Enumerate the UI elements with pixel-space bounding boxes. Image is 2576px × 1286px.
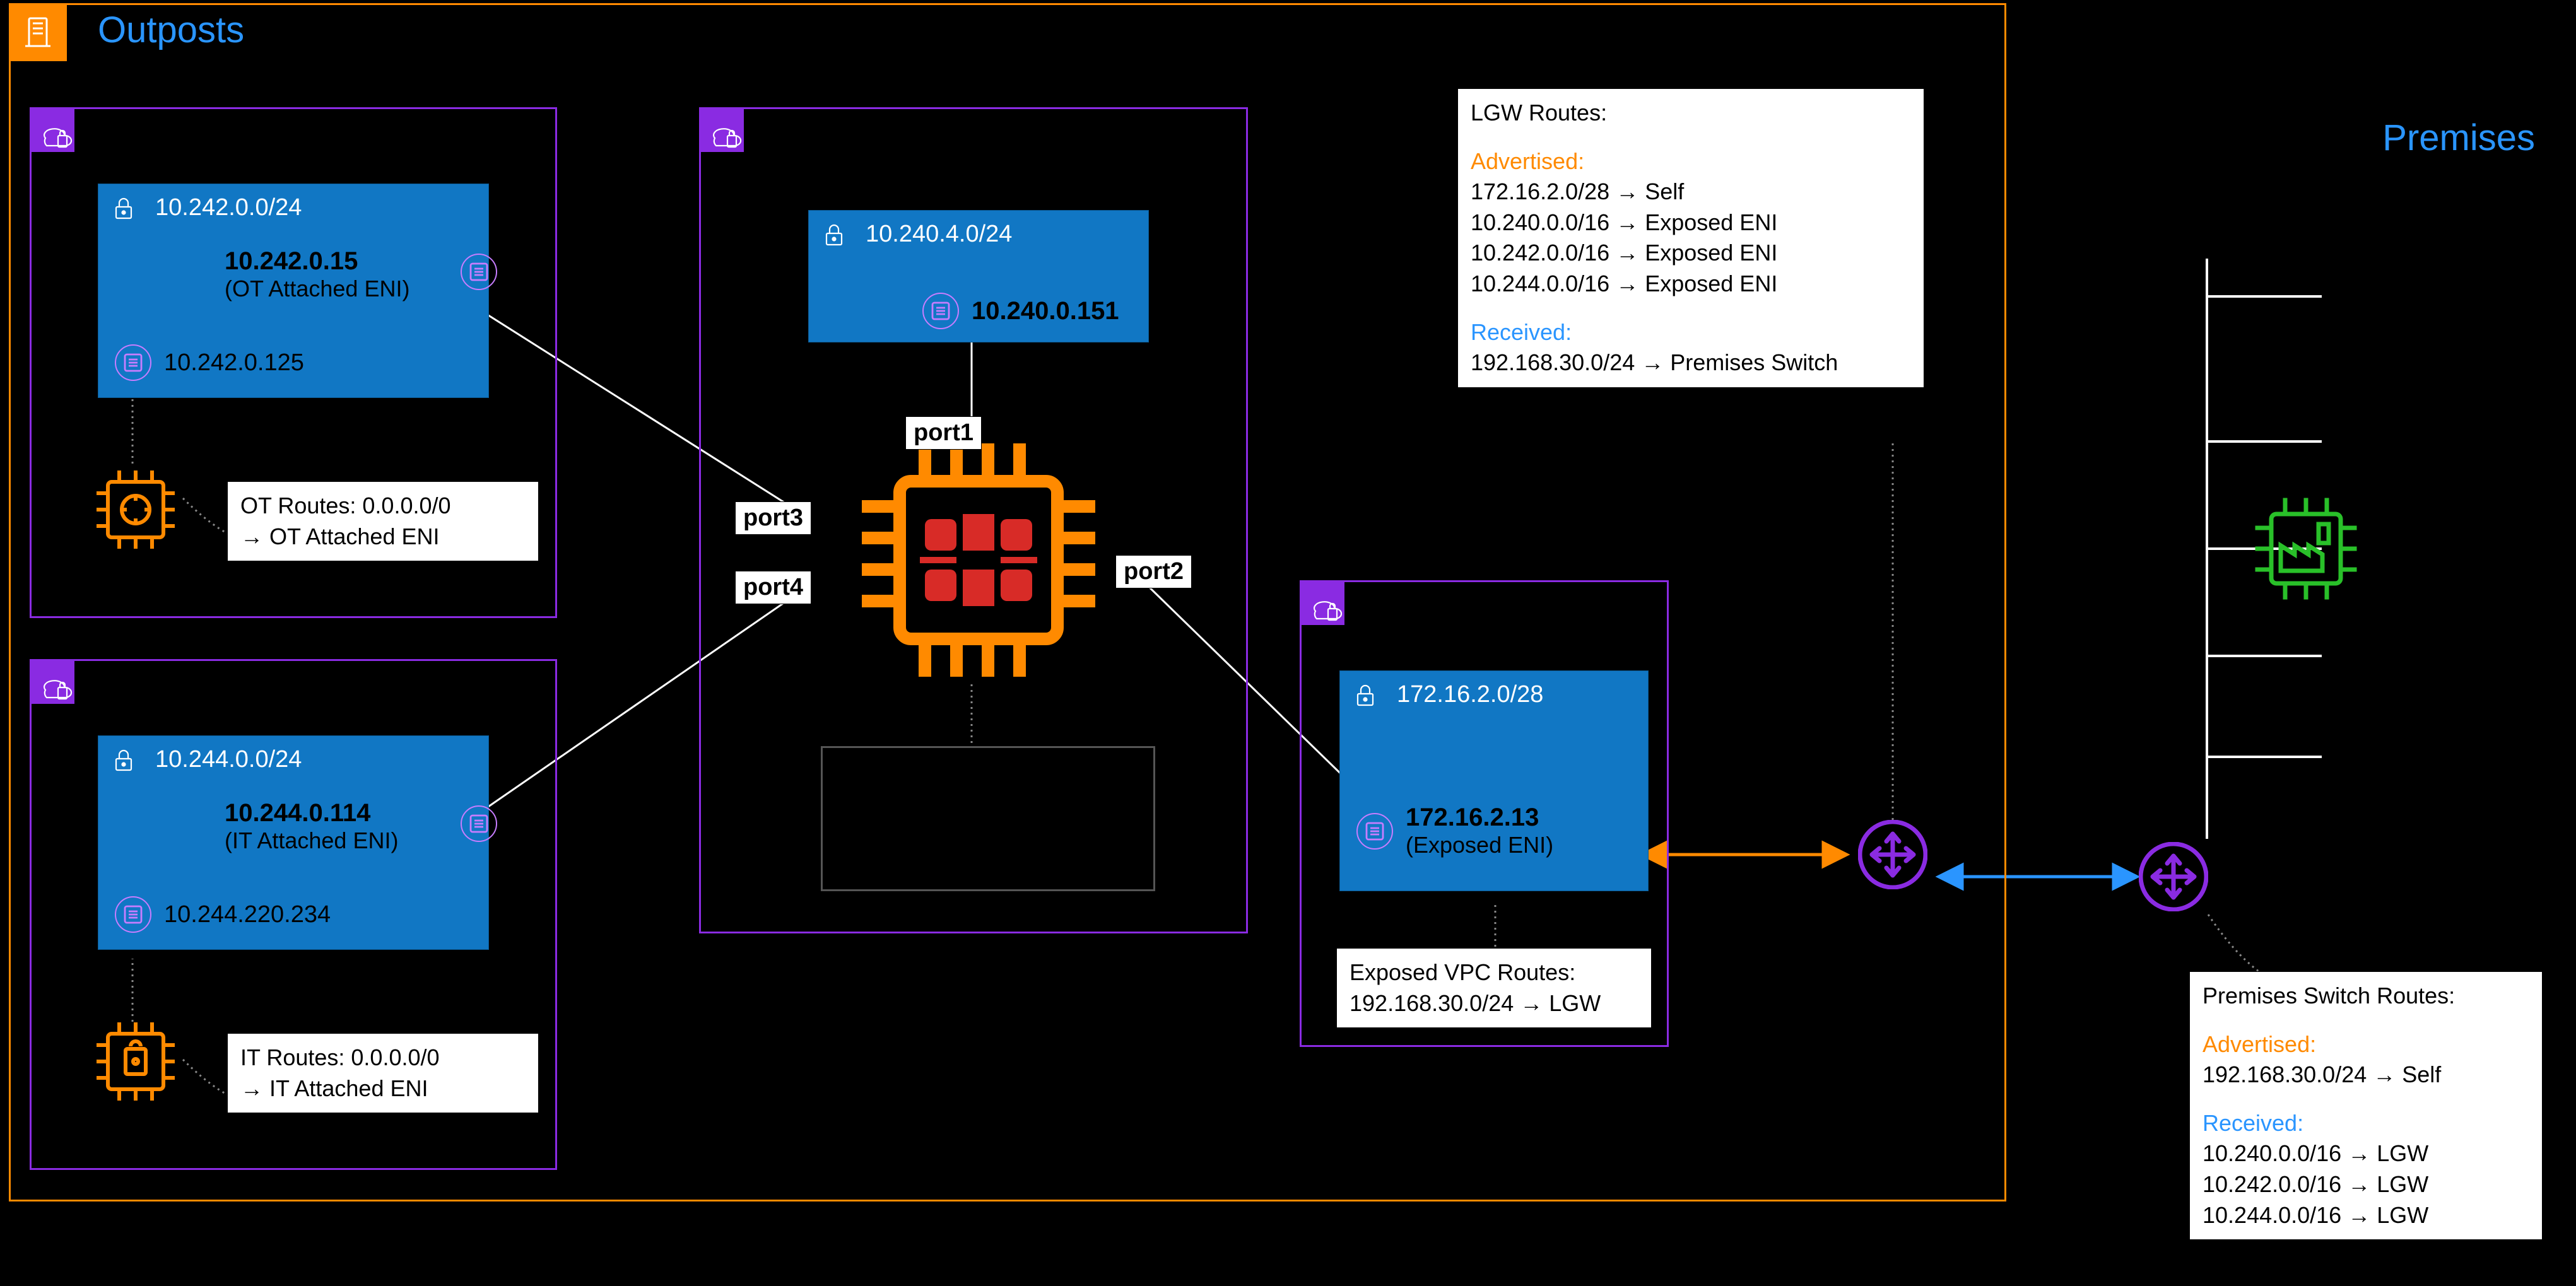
subnet-cidr: 10.240.4.0/24 xyxy=(866,221,1012,248)
routes-line: 192.168.30.0/24 → LGW xyxy=(1350,988,1638,1019)
tooltip-title: LGW Routes: xyxy=(1471,98,1911,129)
it-device-icon xyxy=(85,1011,186,1112)
route-entry: 192.168.30.0/24 → Self xyxy=(2203,1060,2529,1090)
lock-icon xyxy=(1353,682,1378,708)
lock-icon xyxy=(821,222,847,247)
received-label: Received: xyxy=(1471,317,1911,348)
vpc-icon xyxy=(701,109,744,152)
vpc-icon xyxy=(32,661,74,704)
eni-icon xyxy=(461,805,497,842)
outposts-icon xyxy=(9,3,67,61)
eni-icon xyxy=(1356,813,1393,850)
eni-label: (Exposed ENI) xyxy=(1406,832,1553,858)
eni-ip: 10.244.220.234 xyxy=(164,901,331,928)
subnet-cidr: 10.242.0.0/24 xyxy=(155,194,302,221)
route-entry: 10.242.0.0/16 → Exposed ENI xyxy=(1471,238,1911,269)
lock-icon xyxy=(111,747,136,773)
subnet-exposed: 172.16.2.0/28 172.16.2.13 (Exposed ENI) xyxy=(1339,670,1649,891)
subnet-fw: 10.240.4.0/24 10.240.0.151 xyxy=(808,210,1149,342)
eni-ip: 10.242.0.125 xyxy=(164,349,304,377)
lock-icon xyxy=(111,196,136,221)
outposts-title: Outposts xyxy=(98,9,244,51)
subnet-it: 10.244.0.0/24 10.244.0.114 (IT Attached … xyxy=(98,735,489,950)
subnet-cidr: 172.16.2.0/28 xyxy=(1397,681,1543,708)
routes-line: Exposed VPC Routes: xyxy=(1350,957,1638,988)
advertised-label: Advertised: xyxy=(1471,146,1911,177)
eni-icon xyxy=(461,254,497,290)
eni-ip: 172.16.2.13 xyxy=(1406,804,1553,832)
route-entry: 10.240.0.0/16 → LGW xyxy=(2203,1138,2529,1169)
vpc-exposed: 172.16.2.0/28 172.16.2.13 (Exposed ENI) … xyxy=(1300,580,1669,1047)
port2-label: port2 xyxy=(1115,555,1192,588)
routes-line: IT Routes: 0.0.0.0/0 xyxy=(240,1043,526,1073)
eni-ip: 10.244.0.114 xyxy=(225,799,398,827)
premises-routes-tooltip: Premises Switch Routes: Advertised: 192.… xyxy=(2189,971,2543,1240)
route-entry: 192.168.30.0/24 → Premises Switch xyxy=(1471,348,1911,378)
routes-line: OT Routes: 0.0.0.0/0 xyxy=(240,491,526,522)
eni-ip: 10.242.0.15 xyxy=(225,247,409,276)
eni-icon xyxy=(115,896,151,933)
route-entry: 10.242.0.0/16 → LGW xyxy=(2203,1169,2529,1200)
eni-label: (OT Attached ENI) xyxy=(225,276,409,302)
lgw-router-icon xyxy=(1858,820,1927,892)
exposed-routes-tooltip: Exposed VPC Routes: 192.168.30.0/24 → LG… xyxy=(1336,948,1652,1028)
tooltip-title: Premises Switch Routes: xyxy=(2203,981,2529,1012)
vpc-icon xyxy=(32,109,74,152)
subnet-cidr: 10.244.0.0/24 xyxy=(155,746,302,773)
lgw-routes-tooltip: LGW Routes: Advertised: 172.16.2.0/28 → … xyxy=(1457,88,1924,388)
port1-label: port1 xyxy=(905,416,982,450)
route-entry: 10.244.0.0/16 → Exposed ENI xyxy=(1471,269,1911,300)
eni-icon xyxy=(115,344,151,381)
eni-icon xyxy=(922,293,959,329)
eni-label: (IT Attached ENI) xyxy=(225,827,398,854)
routes-line: → IT Attached ENI xyxy=(240,1073,526,1104)
port4-label: port4 xyxy=(735,571,811,604)
received-label: Received: xyxy=(2203,1108,2529,1139)
fortigate-icon xyxy=(843,424,1114,696)
premises-title: Premises xyxy=(2382,117,2535,159)
premises-router-icon xyxy=(2139,842,2208,915)
ot-routes-tooltip: OT Routes: 0.0.0.0/0 → OT Attached ENI xyxy=(227,481,539,561)
premises-factory-icon xyxy=(2246,489,2366,609)
route-entry: 10.244.0.0/16 → LGW xyxy=(2203,1200,2529,1231)
vpc-ot: 10.242.0.0/24 10.242.0.15 (OT Attached E… xyxy=(30,107,557,618)
blank-placeholder xyxy=(821,746,1155,891)
vpc-it: 10.244.0.0/24 10.244.0.114 (IT Attached … xyxy=(30,659,557,1170)
routes-line: → OT Attached ENI xyxy=(240,522,526,552)
eni-ip: 10.240.0.151 xyxy=(972,297,1119,325)
advertised-label: Advertised: xyxy=(2203,1029,2529,1060)
it-routes-tooltip: IT Routes: 0.0.0.0/0 → IT Attached ENI xyxy=(227,1033,539,1113)
vpc-icon xyxy=(1302,582,1344,625)
subnet-ot: 10.242.0.0/24 10.242.0.15 (OT Attached E… xyxy=(98,184,489,398)
port3-label: port3 xyxy=(735,501,811,535)
ot-device-icon xyxy=(85,459,186,560)
route-entry: 172.16.2.0/28 → Self xyxy=(1471,177,1911,208)
route-entry: 10.240.0.0/16 → Exposed ENI xyxy=(1471,208,1911,238)
